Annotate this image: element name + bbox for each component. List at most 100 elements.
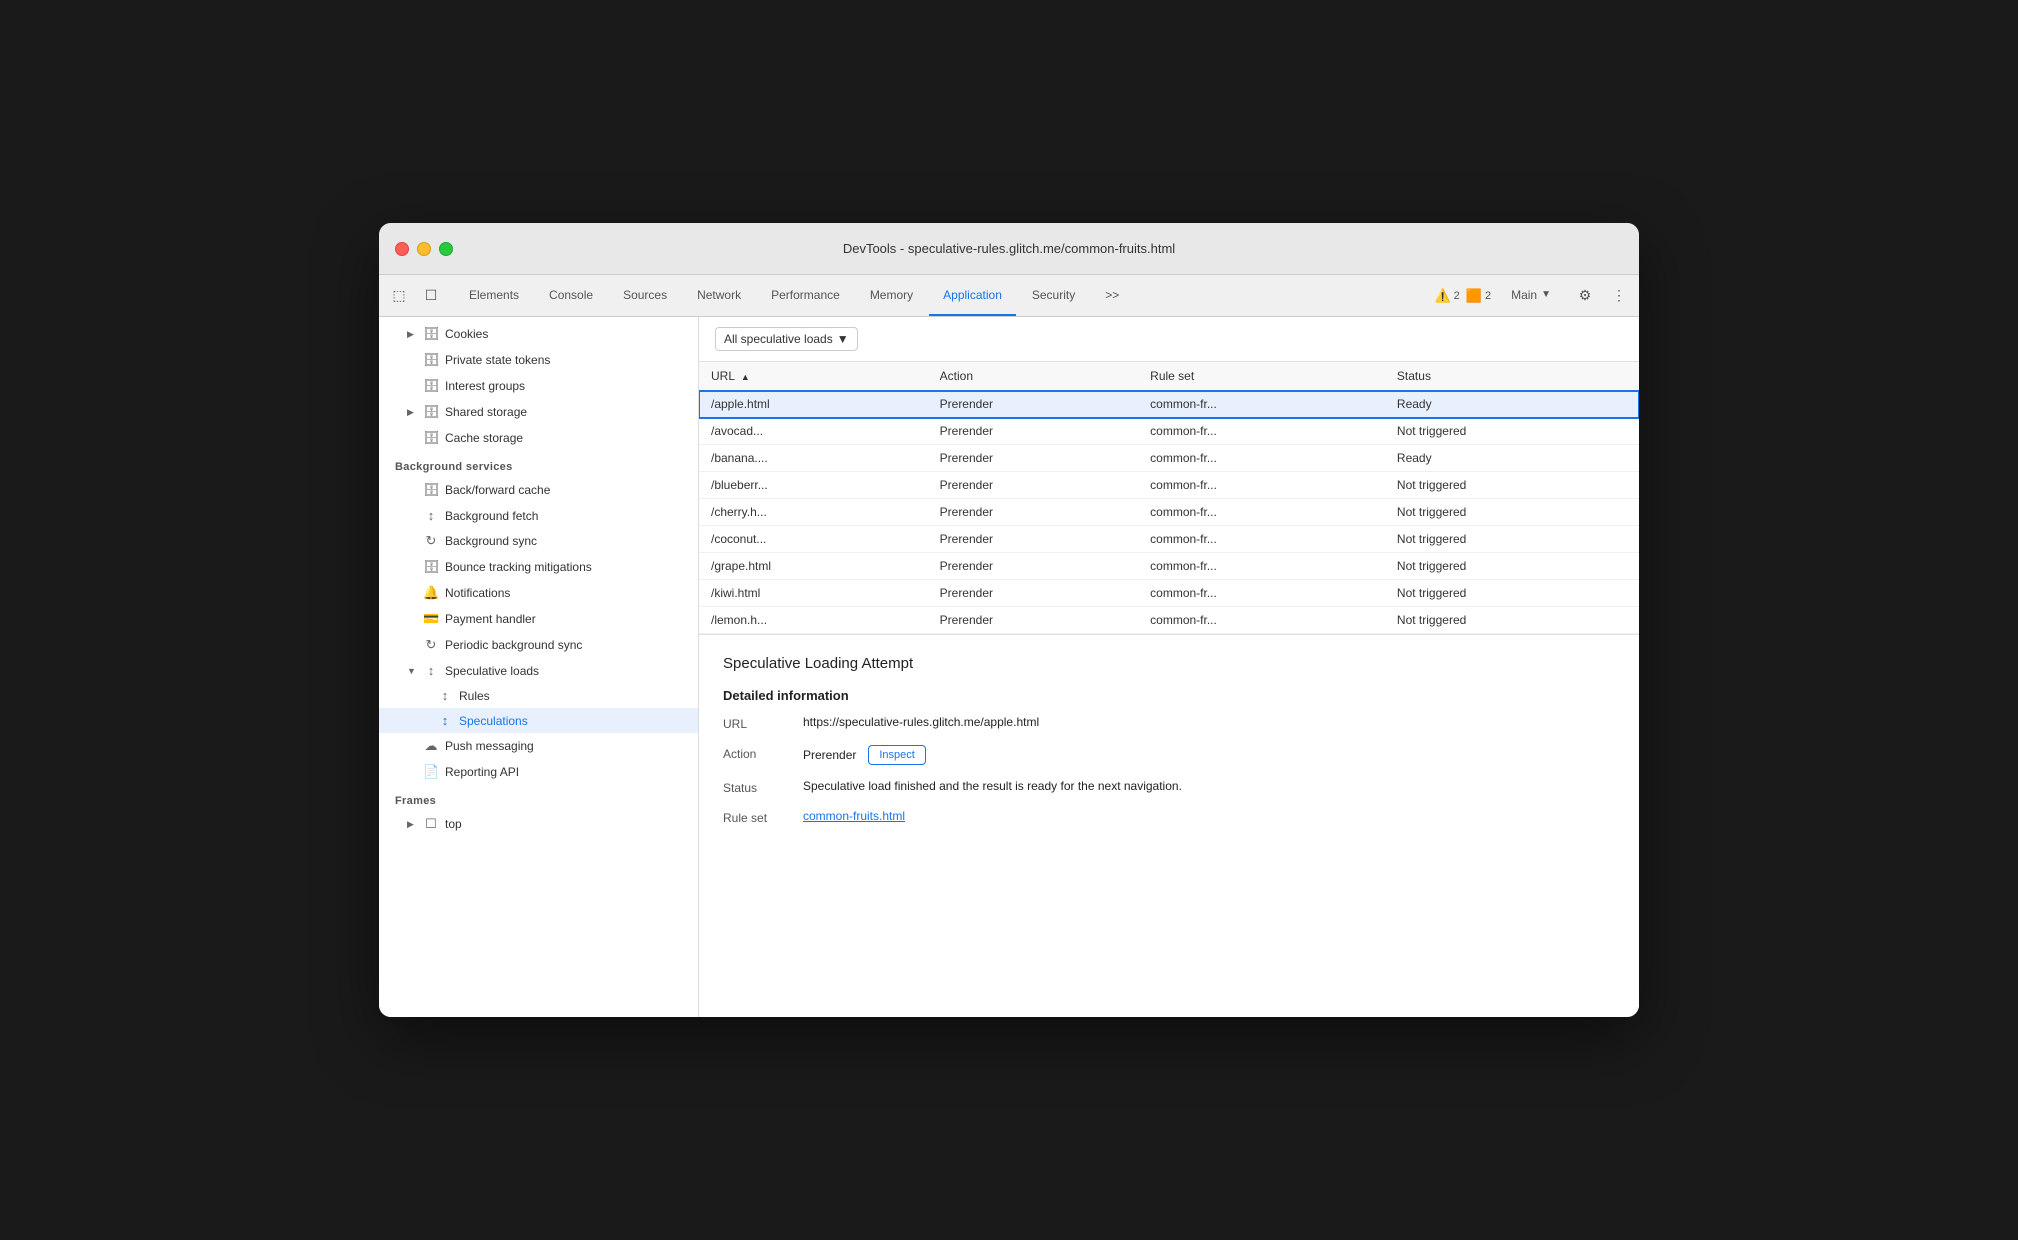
cursor-icon[interactable]: ⬚ bbox=[385, 282, 413, 310]
col-url[interactable]: URL ▲ bbox=[699, 362, 928, 391]
cell-status: Ready bbox=[1385, 391, 1639, 418]
cell-url: /coconut... bbox=[699, 526, 928, 553]
settings-icon[interactable]: ⚙ bbox=[1571, 282, 1599, 310]
tab-elements[interactable]: Elements bbox=[455, 275, 533, 316]
cell-ruleset: common-fr... bbox=[1138, 499, 1385, 526]
cell-url: /apple.html bbox=[699, 391, 928, 418]
table-row[interactable]: /lemon.h... Prerender common-fr... Not t… bbox=[699, 607, 1639, 634]
cell-ruleset: common-fr... bbox=[1138, 472, 1385, 499]
sidebar-item-periodic-bg-sync[interactable]: ↻ Periodic background sync bbox=[379, 632, 698, 658]
sidebar-item-payment-handler[interactable]: 💳 Payment handler bbox=[379, 606, 698, 632]
sidebar-item-notifications[interactable]: 🔔 Notifications bbox=[379, 580, 698, 606]
tab-application[interactable]: Application bbox=[929, 275, 1016, 316]
frames-label: Frames bbox=[379, 785, 698, 811]
expand-icon: ▶ bbox=[407, 407, 417, 418]
table-row[interactable]: /kiwi.html Prerender common-fr... Not tr… bbox=[699, 580, 1639, 607]
filter-dropdown[interactable]: All speculative loads ▼ bbox=[715, 327, 858, 351]
sidebar-item-speculative-loads[interactable]: ▼ ↕ Speculative loads bbox=[379, 658, 698, 683]
tab-sources[interactable]: Sources bbox=[609, 275, 681, 316]
detail-status-row: Status Speculative load finished and the… bbox=[723, 779, 1615, 795]
col-status[interactable]: Status bbox=[1385, 362, 1639, 391]
warning-icon: ⚠️ bbox=[1434, 288, 1450, 304]
sidebar-item-shared-storage[interactable]: ▶ 🗄 Shared storage bbox=[379, 399, 698, 425]
sidebar-item-cache-storage[interactable]: 🗄 Cache storage bbox=[379, 425, 698, 451]
cell-action: Prerender bbox=[928, 580, 1139, 607]
bg-fetch-icon: ↕ bbox=[423, 508, 439, 523]
tab-more[interactable]: >> bbox=[1091, 275, 1133, 316]
cell-status: Ready bbox=[1385, 445, 1639, 472]
cookies-icon: 🗄 bbox=[423, 326, 439, 342]
tab-console[interactable]: Console bbox=[535, 275, 607, 316]
cell-status: Not triggered bbox=[1385, 526, 1639, 553]
sort-arrow-url: ▲ bbox=[741, 372, 750, 382]
sidebar-item-background-sync[interactable]: ↻ Background sync bbox=[379, 528, 698, 554]
main-content: All speculative loads ▼ URL ▲ Action bbox=[699, 317, 1639, 1017]
table-row[interactable]: /avocad... Prerender common-fr... Not tr… bbox=[699, 418, 1639, 445]
sidebar-item-top-frame[interactable]: ▶ ☐ top bbox=[379, 811, 698, 837]
notifications-icon: 🔔 bbox=[423, 585, 439, 601]
cell-action: Prerender bbox=[928, 391, 1139, 418]
cell-ruleset: common-fr... bbox=[1138, 391, 1385, 418]
sidebar-item-push-messaging[interactable]: ☁ Push messaging bbox=[379, 733, 698, 759]
storage-section: ▶ 🗄 Cookies 🗄 Private state tokens 🗄 Int… bbox=[379, 317, 698, 841]
table-header: URL ▲ Action Rule set Status bbox=[699, 362, 1639, 391]
maximize-button[interactable] bbox=[439, 242, 453, 256]
sidebar-item-rules[interactable]: ↕ Rules bbox=[379, 683, 698, 708]
sidebar-item-bounce-tracking[interactable]: 🗄 Bounce tracking mitigations bbox=[379, 554, 698, 580]
close-button[interactable] bbox=[395, 242, 409, 256]
bg-sync-icon: ↻ bbox=[423, 533, 439, 549]
cell-action: Prerender bbox=[928, 526, 1139, 553]
sidebar-item-background-fetch[interactable]: ↕ Background fetch bbox=[379, 503, 698, 528]
table-row[interactable]: /banana.... Prerender common-fr... Ready bbox=[699, 445, 1639, 472]
tab-bar: ⬚ ☐ Elements Console Sources Network Per… bbox=[379, 275, 1639, 317]
error-badge[interactable]: 🟧 2 bbox=[1466, 288, 1491, 304]
cell-status: Not triggered bbox=[1385, 472, 1639, 499]
cell-url: /blueberr... bbox=[699, 472, 928, 499]
cell-action: Prerender bbox=[928, 553, 1139, 580]
col-action[interactable]: Action bbox=[928, 362, 1139, 391]
bg-services-label: Background services bbox=[379, 451, 698, 477]
warning-badge[interactable]: ⚠️ 2 bbox=[1434, 288, 1459, 304]
tab-security[interactable]: Security bbox=[1018, 275, 1089, 316]
interest-groups-icon: 🗄 bbox=[423, 378, 439, 394]
detail-ruleset-row: Rule set common-fruits.html bbox=[723, 809, 1615, 825]
tab-performance[interactable]: Performance bbox=[757, 275, 854, 316]
top-controls: All speculative loads ▼ bbox=[699, 317, 1639, 362]
detail-section-title: Detailed information bbox=[723, 688, 1615, 703]
push-messaging-icon: ☁ bbox=[423, 738, 439, 754]
cell-status: Not triggered bbox=[1385, 499, 1639, 526]
detail-panel: Speculative Loading Attempt Detailed inf… bbox=[699, 634, 1639, 1017]
speculative-loads-table: URL ▲ Action Rule set Status /apple.html… bbox=[699, 362, 1639, 634]
table-row[interactable]: /blueberr... Prerender common-fr... Not … bbox=[699, 472, 1639, 499]
ruleset-link[interactable]: common-fruits.html bbox=[803, 809, 905, 823]
sidebar-item-reporting-api[interactable]: 📄 Reporting API bbox=[379, 759, 698, 785]
cell-url: /kiwi.html bbox=[699, 580, 928, 607]
action-value-group: Prerender Inspect bbox=[803, 745, 926, 765]
table-row[interactable]: /grape.html Prerender common-fr... Not t… bbox=[699, 553, 1639, 580]
table-row[interactable]: /cherry.h... Prerender common-fr... Not … bbox=[699, 499, 1639, 526]
bf-cache-icon: 🗄 bbox=[423, 482, 439, 498]
cell-ruleset: common-fr... bbox=[1138, 607, 1385, 634]
table-row[interactable]: /apple.html Prerender common-fr... Ready bbox=[699, 391, 1639, 418]
minimize-button[interactable] bbox=[417, 242, 431, 256]
sidebar-item-back-forward-cache[interactable]: 🗄 Back/forward cache bbox=[379, 477, 698, 503]
sidebar-item-private-state-tokens[interactable]: 🗄 Private state tokens bbox=[379, 347, 698, 373]
sidebar-item-speculations[interactable]: ↕ Speculations bbox=[379, 708, 698, 733]
more-options-icon[interactable]: ⋮ bbox=[1605, 282, 1633, 310]
rules-icon: ↕ bbox=[437, 688, 453, 703]
tab-network[interactable]: Network bbox=[683, 275, 755, 316]
tab-memory[interactable]: Memory bbox=[856, 275, 927, 316]
cell-url: /avocad... bbox=[699, 418, 928, 445]
cell-ruleset: common-fr... bbox=[1138, 553, 1385, 580]
inspect-button[interactable]: Inspect bbox=[868, 745, 925, 765]
sidebar-item-cookies[interactable]: ▶ 🗄 Cookies bbox=[379, 321, 698, 347]
main-dropdown[interactable]: Main ▼ bbox=[1497, 288, 1565, 304]
table-row[interactable]: /coconut... Prerender common-fr... Not t… bbox=[699, 526, 1639, 553]
inspect-icon[interactable]: ☐ bbox=[417, 282, 445, 310]
ruleset-label: Rule set bbox=[723, 809, 803, 825]
col-ruleset[interactable]: Rule set bbox=[1138, 362, 1385, 391]
sidebar-item-interest-groups[interactable]: 🗄 Interest groups bbox=[379, 373, 698, 399]
cell-status: Not triggered bbox=[1385, 418, 1639, 445]
title-bar: DevTools - speculative-rules.glitch.me/c… bbox=[379, 223, 1639, 275]
reporting-api-icon: 📄 bbox=[423, 764, 439, 780]
